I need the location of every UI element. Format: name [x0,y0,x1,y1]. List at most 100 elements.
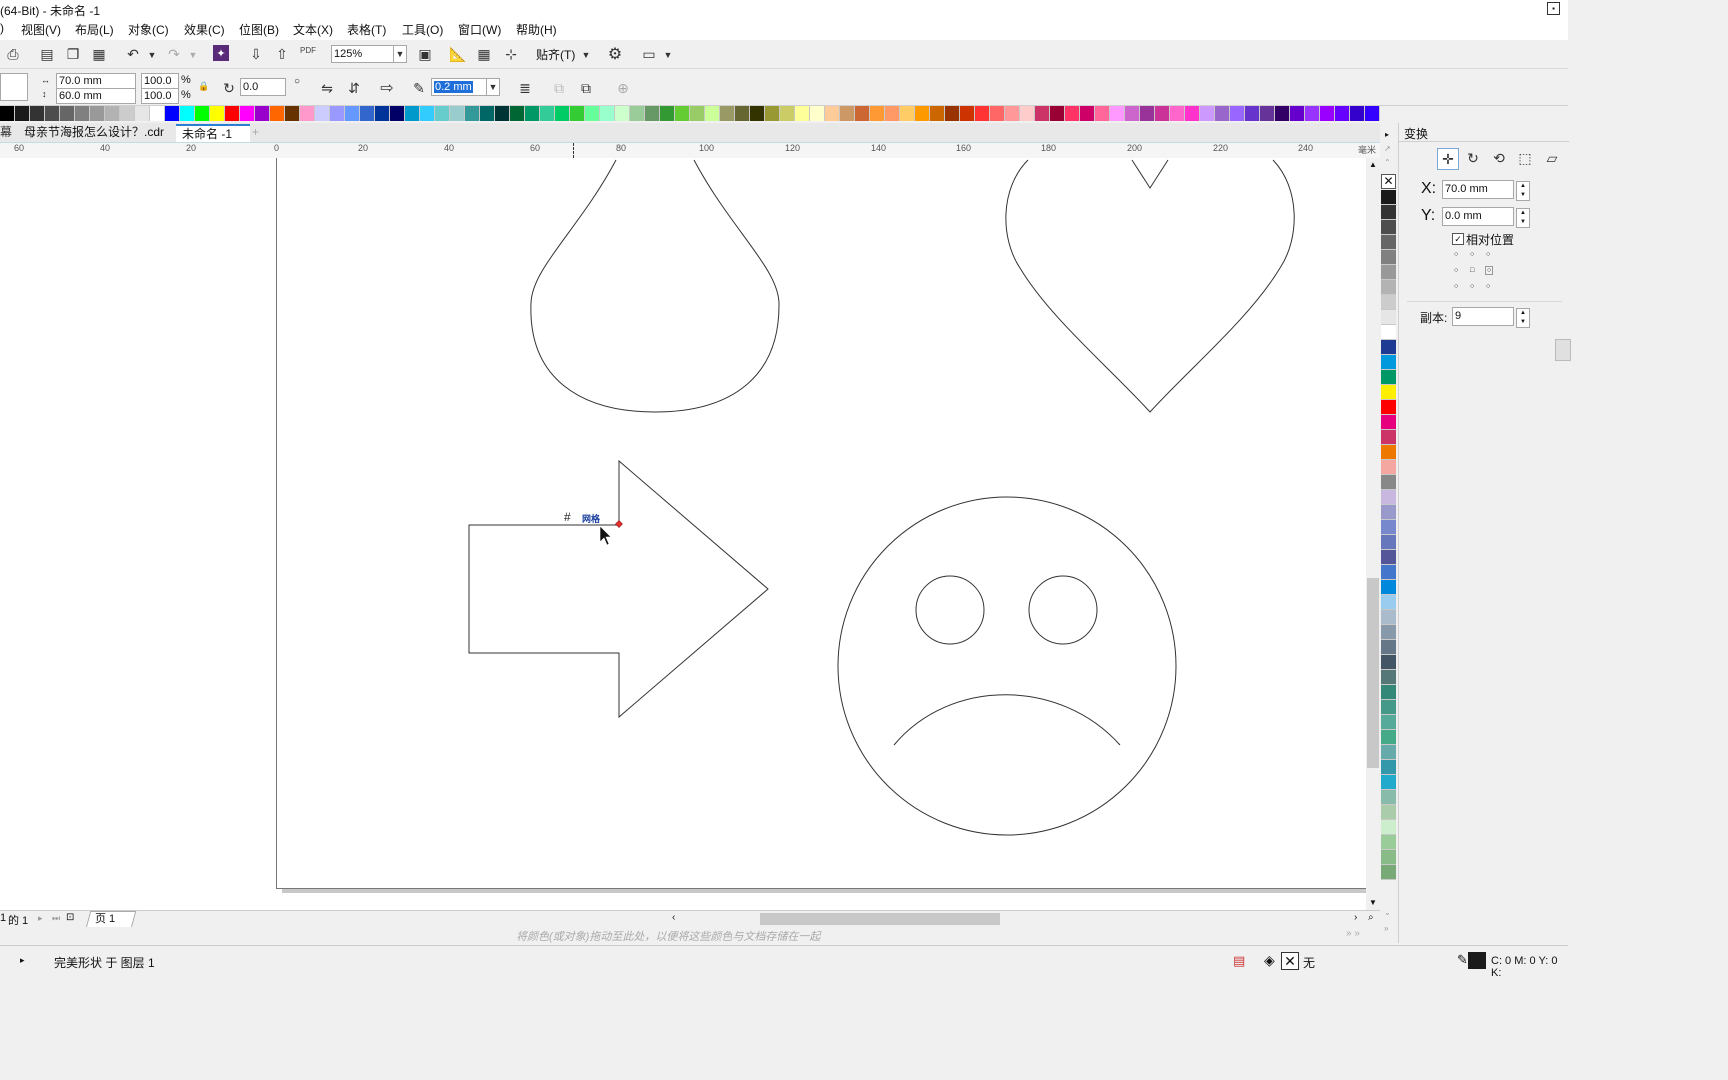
color-swatch[interactable] [840,106,855,121]
color-swatch[interactable] [180,106,195,121]
color-proof-icon[interactable]: ▤ [1233,953,1245,969]
color-swatch[interactable] [600,106,615,121]
color-swatch[interactable] [1245,106,1260,121]
color-swatch[interactable] [1005,106,1020,121]
undo-icon[interactable]: ↶ [124,45,142,63]
position-mode-icon[interactable]: ✛ [1437,148,1459,170]
anchor-grid[interactable]: ○ ○ ○ ○ □ ○ ○ ○ ○ [1454,251,1498,291]
color-swatch[interactable] [1155,106,1170,121]
scroll-left-icon[interactable]: ‹ [672,912,675,923]
tab-mothers-day-poster[interactable]: 母亲节海报怎么设计？.cdr [24,125,164,140]
object-height-input[interactable]: 60.0 mm [56,88,136,104]
snap-dropdown-icon[interactable]: ▼ [577,46,595,64]
menu-item-view[interactable]: 视图(V) [21,21,61,38]
color-swatch[interactable] [525,106,540,121]
color-swatch[interactable] [960,106,975,121]
color-swatch[interactable] [570,106,585,121]
color-swatch[interactable] [1381,535,1396,550]
color-swatch[interactable] [300,106,315,121]
last-page-icon[interactable]: ⏭ [52,913,60,924]
color-swatch[interactable] [360,106,375,121]
color-swatch[interactable] [1381,595,1396,610]
color-swatch[interactable] [720,106,735,121]
add-page-icon[interactable]: ⊡ [66,912,74,923]
tab-untitled[interactable]: 未命名 -1 [176,124,251,143]
redo-dropdown-icon[interactable]: ▼ [184,46,202,64]
zoom-level-input[interactable]: 125% [331,45,397,63]
color-swatch[interactable] [690,106,705,121]
send-to-back-icon[interactable]: ⧉ [577,79,595,97]
full-screen-icon[interactable]: ▣ [416,45,434,63]
y-spinner-icon[interactable]: ▲ ▼ [1516,208,1530,228]
scroll-right-icon[interactable]: › [1354,912,1357,923]
color-swatch[interactable] [465,106,480,121]
color-swatch[interactable] [1381,385,1396,400]
show-rulers-icon[interactable]: 📐 [449,45,467,63]
color-swatch[interactable] [735,106,750,121]
x-spinner-icon[interactable]: ▲ ▼ [1516,181,1530,201]
color-swatch[interactable] [1050,106,1065,121]
color-swatch[interactable] [1125,106,1140,121]
color-swatch[interactable] [1320,106,1335,121]
color-swatch[interactable] [540,106,555,121]
docker-collapse-tab[interactable] [1555,339,1571,361]
color-swatch[interactable] [615,106,630,121]
color-swatch[interactable] [1381,865,1396,880]
color-swatch[interactable] [1381,265,1396,280]
color-swatch[interactable] [1381,670,1396,685]
color-swatch[interactable] [1381,700,1396,715]
next-page-icon[interactable]: ▸ [38,913,43,924]
color-swatch[interactable] [1381,190,1396,205]
vertical-scrollbar[interactable]: ▲ ▼ [1366,158,1380,910]
import-icon[interactable]: ⇩ [247,45,265,63]
no-color-swatch[interactable]: ✕ [1381,174,1396,189]
color-swatch[interactable] [420,106,435,121]
color-swatch[interactable] [660,106,675,121]
color-swatch[interactable] [390,106,405,121]
anchor-point[interactable]: □ [1470,267,1474,274]
menu-item-object[interactable]: 对象(C) [128,21,169,38]
color-swatch[interactable] [1095,106,1110,121]
zoom-icon[interactable]: ⌕ [1368,912,1374,923]
palette-expand-icon[interactable]: » [1384,924,1388,933]
color-swatch[interactable] [1381,760,1396,775]
menu-item-file[interactable]: ) [0,21,4,35]
color-swatch[interactable] [1381,625,1396,640]
anchor-point[interactable]: ○ [1486,251,1490,258]
zoom-dropdown-icon[interactable]: ▼ [393,45,407,63]
color-swatch[interactable] [1381,280,1396,295]
color-swatch[interactable] [855,106,870,121]
copy-icon[interactable]: ❐ [64,45,82,63]
color-swatch[interactable] [240,106,255,121]
corel-connect-icon[interactable]: ✦ [213,45,229,61]
color-swatch[interactable] [165,106,180,121]
color-swatch[interactable] [435,106,450,121]
color-swatch[interactable] [345,106,360,121]
application-launcher-icon[interactable]: ▭ [640,45,658,63]
color-swatch[interactable] [1350,106,1365,121]
color-swatch[interactable] [990,106,1005,121]
color-swatch[interactable] [1381,655,1396,670]
redo-icon[interactable]: ↷ [165,45,183,63]
color-swatch[interactable] [900,106,915,121]
color-swatch[interactable] [75,106,90,121]
menu-item-bitmap[interactable]: 位图(B) [239,21,279,38]
anchor-point[interactable]: ○ [1486,283,1490,290]
arrow-shape[interactable] [468,459,769,719]
color-swatch[interactable] [705,106,720,121]
outline-width-input[interactable]: 0.2 mm [431,78,487,96]
scroll-down-icon[interactable]: ▼ [1369,898,1377,907]
color-swatch[interactable] [15,106,30,121]
mirror-vertical-icon[interactable]: ⇵ [345,79,363,97]
snap-to-button[interactable]: 贴齐(T) [536,46,575,63]
show-guidelines-icon[interactable]: ⊹ [502,45,520,63]
color-swatch[interactable] [1381,415,1396,430]
color-swatch[interactable] [1335,106,1350,121]
size-mode-icon[interactable]: ⬚ [1516,149,1534,167]
color-swatch[interactable] [1170,106,1185,121]
anchor-point[interactable]: ○ [1470,283,1474,290]
color-swatch[interactable] [330,106,345,121]
color-swatch[interactable] [1035,106,1050,121]
color-swatch[interactable] [1065,106,1080,121]
palette-pin-icon[interactable]: ↗ [1384,144,1391,153]
